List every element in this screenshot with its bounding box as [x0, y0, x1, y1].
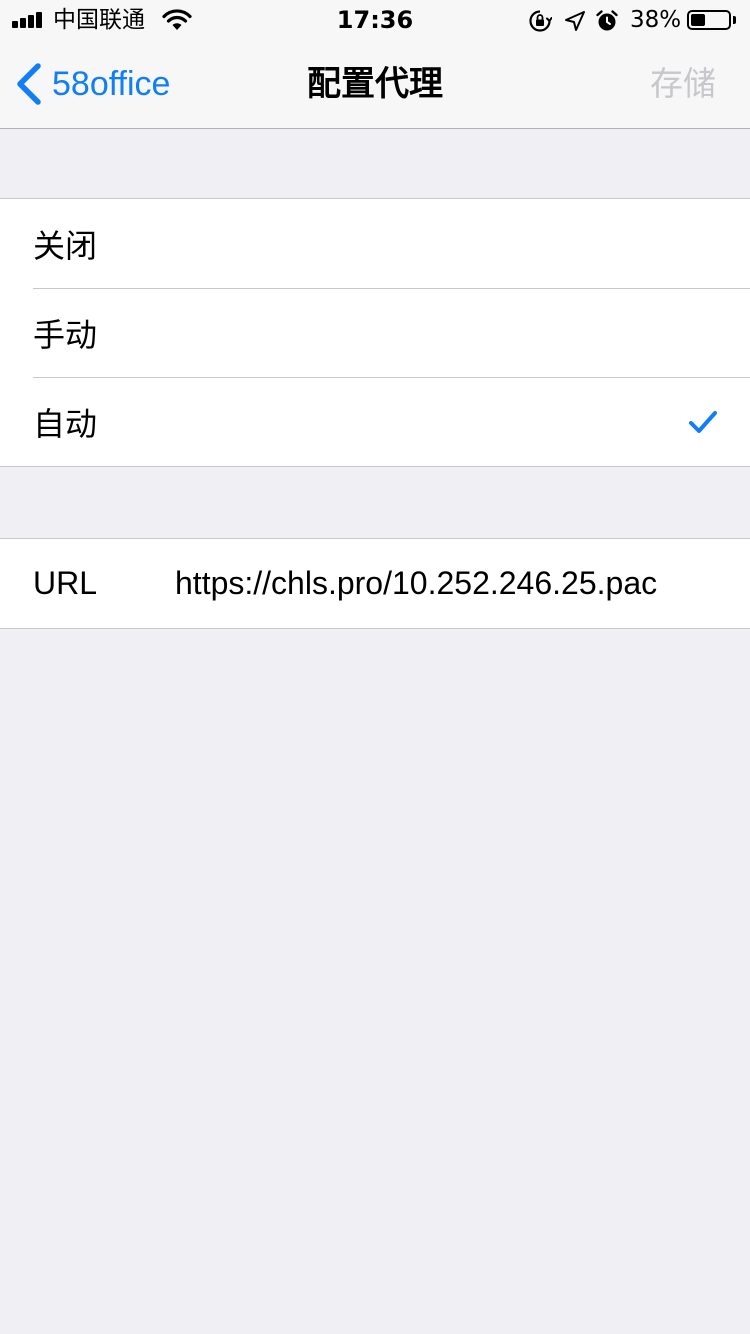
url-input[interactable]: https://chls.pro/10.252.246.25.pac	[175, 565, 657, 602]
status-bar: 中国联通 17:36 38%	[0, 0, 750, 40]
checkmark-icon	[689, 411, 717, 433]
proxy-mode-off[interactable]: 关闭	[0, 199, 750, 288]
back-button-label: 58office	[52, 64, 171, 103]
battery-icon	[687, 10, 731, 30]
location-icon	[565, 11, 585, 31]
alarm-icon	[596, 10, 618, 31]
url-group: URL https://chls.pro/10.252.246.25.pac	[0, 538, 750, 629]
back-button[interactable]: 58office	[14, 40, 170, 128]
proxy-mode-manual[interactable]: 手动	[0, 288, 750, 377]
battery-percent: 38%	[630, 7, 682, 33]
proxy-mode-off-label: 关闭	[33, 226, 98, 265]
proxy-mode-auto[interactable]: 自动	[0, 377, 750, 466]
navigation-bar: 配置代理 58office 存储	[0, 40, 750, 129]
save-button[interactable]: 存储	[650, 40, 716, 128]
chevron-left-icon	[17, 63, 41, 105]
battery-fill	[691, 14, 705, 26]
proxy-mode-manual-label: 手动	[33, 315, 98, 354]
orientation-lock-icon	[529, 10, 552, 32]
url-label: URL	[33, 565, 98, 601]
url-row[interactable]: URL https://chls.pro/10.252.246.25.pac	[0, 539, 750, 628]
proxy-mode-list: 关闭 手动 自动	[0, 198, 750, 467]
proxy-mode-auto-label: 自动	[33, 404, 98, 443]
battery-cap	[733, 16, 736, 24]
